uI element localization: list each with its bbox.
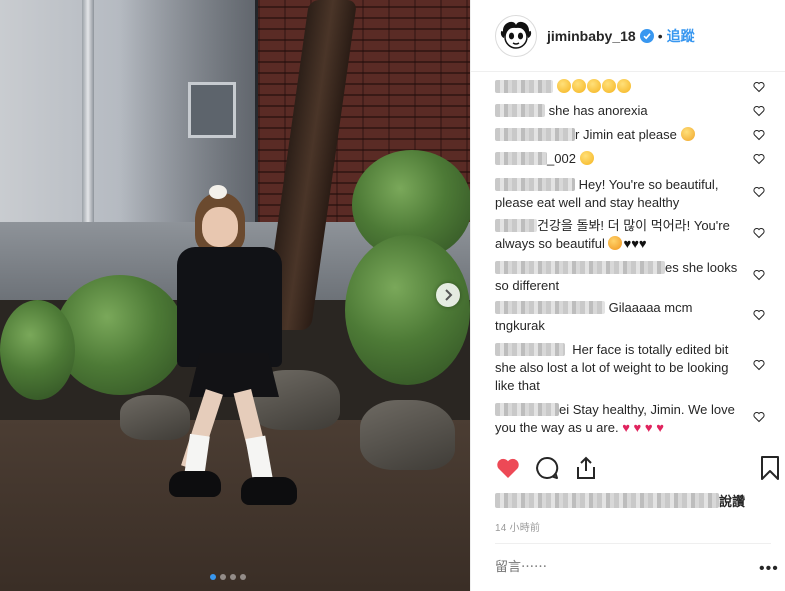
comment-like-heart-icon[interactable] (753, 153, 765, 165)
carousel-next-button[interactable] (436, 283, 460, 307)
photo-window (188, 82, 236, 138)
comment-username-redacted[interactable] (495, 403, 559, 416)
chevron-right-icon (445, 289, 453, 301)
comment-username-redacted[interactable] (495, 104, 545, 117)
sad-emoji-icon (586, 79, 601, 93)
comment-like-heart-icon[interactable] (753, 129, 765, 141)
red-hearts: ♥ ♥ ♥ ♥ (622, 420, 664, 435)
likes-count-redacted (495, 493, 719, 508)
comments-list: she has anorexia r Jimin eat please _002… (495, 78, 771, 443)
comment-like-heart-icon[interactable] (753, 81, 765, 93)
person-sock (245, 435, 273, 481)
comment-username-redacted[interactable] (495, 152, 547, 165)
photo-bush (345, 235, 470, 385)
comment-username-redacted[interactable] (495, 301, 605, 314)
like-heart-icon[interactable] (495, 455, 521, 481)
person-jacket (177, 247, 282, 367)
carousel-dot-active (210, 574, 216, 580)
post-side-panel: jiminbaby_18 • 追蹤 she has anorexia r Jim… (470, 0, 785, 591)
comment-item: Gilaaaaa mcm tngkurak (495, 299, 771, 341)
post-timestamp[interactable]: 14 小時前 (495, 519, 540, 534)
comment-username-redacted[interactable] (495, 80, 553, 93)
black-hearts: ♥♥♥ (623, 236, 647, 251)
likes-suffix: 說讚 (719, 494, 746, 509)
kissing-emoji-icon (608, 236, 623, 250)
header-separator: • (657, 27, 663, 44)
person-face (202, 207, 238, 247)
comment-bubble-icon[interactable] (534, 455, 560, 481)
bookmark-save-icon[interactable] (759, 455, 781, 481)
comment-username-redacted[interactable] (495, 343, 565, 356)
sad-emoji-icon (579, 151, 594, 165)
carousel-indicator (210, 574, 246, 580)
photo-person (165, 185, 310, 515)
worried-emoji-icon (680, 127, 695, 141)
post-header: jiminbaby_18 • 追蹤 (471, 0, 785, 72)
person-hair-bun (209, 185, 227, 199)
comment-like-heart-icon[interactable] (753, 359, 765, 371)
sad-emoji-icon (571, 79, 586, 93)
comment-username-redacted[interactable] (495, 178, 575, 191)
sad-emoji-icon (556, 79, 571, 93)
photo-bush (0, 300, 75, 400)
more-options-button[interactable]: ••• (759, 560, 779, 578)
comment-like-heart-icon[interactable] (753, 186, 765, 198)
post-username[interactable]: jiminbaby_18 (547, 28, 636, 44)
photo-rock (360, 400, 455, 470)
likes-count[interactable]: 說讚 (495, 491, 745, 510)
comment-like-heart-icon[interactable] (753, 227, 765, 239)
comment-text: r Jimin eat please (575, 127, 677, 142)
post-photo[interactable] (0, 0, 470, 591)
carousel-dot (230, 574, 236, 580)
comment-item: Hey! You're so beautiful, please eat wel… (495, 176, 771, 217)
sad-emoji-icon (601, 79, 616, 93)
follow-button[interactable]: 追蹤 (667, 26, 695, 46)
comment-item (495, 78, 771, 102)
comment-like-heart-icon[interactable] (753, 269, 765, 281)
divider (495, 543, 771, 544)
comment-item: Her face is totally edited bit she also … (495, 341, 771, 401)
person-sneaker (169, 471, 221, 497)
share-upload-icon[interactable] (573, 455, 599, 481)
carousel-dot (240, 574, 246, 580)
comment-item: she has anorexia (495, 102, 771, 126)
sad-emoji-icon (616, 79, 631, 93)
comment-username-redacted[interactable] (495, 219, 537, 232)
verified-badge-icon (639, 28, 654, 43)
comment-item: es she looks so different (495, 259, 771, 299)
comment-item: ei Stay healthy, Jimin. We love you the … (495, 401, 771, 443)
person-skirt (189, 353, 279, 397)
betty-boop-avatar-icon (500, 21, 532, 49)
carousel-dot (220, 574, 226, 580)
comment-like-heart-icon[interactable] (753, 309, 765, 321)
comment-username-redacted[interactable] (495, 128, 575, 141)
comment-like-heart-icon[interactable] (753, 411, 765, 423)
avatar[interactable] (495, 14, 537, 57)
person-sneaker (241, 477, 297, 505)
comment-text: she has anorexia (548, 103, 648, 118)
comment-username-redacted[interactable] (495, 261, 665, 274)
add-comment-input[interactable] (495, 559, 715, 574)
comment-item: r Jimin eat please (495, 126, 771, 150)
comment-like-heart-icon[interactable] (753, 105, 765, 117)
comment-text: _002 (547, 151, 576, 166)
comment-item: _002 (495, 150, 771, 176)
comment-item: 건강을 돌봐! 더 많이 먹어라! You're always so beaut… (495, 217, 771, 259)
post-actions (495, 455, 779, 485)
